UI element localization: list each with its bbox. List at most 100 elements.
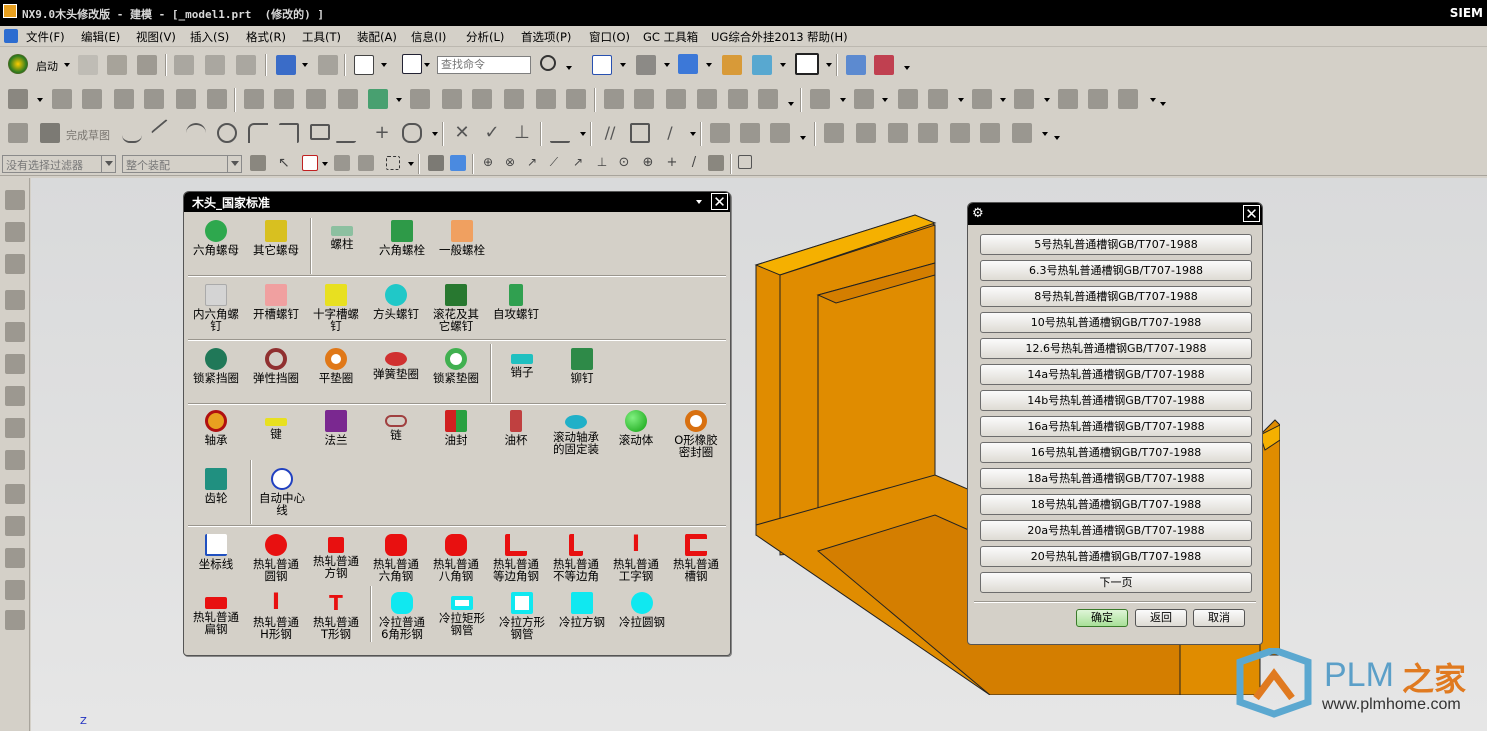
tool-gear[interactable]: 齿轮 (186, 468, 246, 504)
paste-icon[interactable] (236, 55, 256, 75)
tool-octagon-steel[interactable]: 热轧普通八角钢 (426, 534, 486, 582)
offset-dropdown-icon[interactable] (1044, 98, 1050, 102)
size-option-18a[interactable]: 18a号热轧普通槽钢GB/T707-1988 (980, 468, 1252, 489)
tool-round-steel[interactable]: 热轧普通圆钢 (246, 534, 306, 582)
app-menu-icon[interactable] (4, 29, 18, 43)
menu-info[interactable]: 信息(I) (409, 28, 448, 46)
tool-rivet[interactable]: 铆钉 (552, 348, 612, 384)
redo-icon[interactable] (318, 55, 338, 75)
search-icon[interactable] (540, 55, 556, 71)
assembly-dropdown-icon[interactable] (904, 66, 910, 70)
tool-cold-square[interactable]: 冷拉方钢 (552, 592, 612, 628)
info-dropdown-icon[interactable] (424, 63, 430, 67)
snap-icon[interactable] (302, 155, 318, 171)
tool-bearing[interactable]: 轴承 (186, 410, 246, 446)
tool-cold-hex[interactable]: 冷拉普通6角形钢 (372, 592, 432, 640)
background-icon[interactable] (795, 53, 819, 75)
cancel-button[interactable]: 取消 (1193, 609, 1245, 627)
hd3d-tools-icon[interactable] (5, 322, 25, 342)
quick-extend-icon[interactable]: ✓ (482, 123, 502, 143)
tool-slotted-screw[interactable]: 开槽螺钉 (246, 284, 306, 320)
feature-dropdown-icon[interactable] (788, 102, 794, 106)
tool-flat-steel[interactable]: 热轧普通扁钢 (186, 592, 246, 635)
resize-face-icon[interactable] (972, 89, 992, 109)
sketch-settings-icon[interactable] (770, 123, 790, 143)
filter-icon[interactable] (250, 155, 266, 171)
boss-icon[interactable] (144, 89, 164, 109)
replace-face-icon[interactable] (928, 89, 948, 109)
section-dropdown-icon[interactable] (780, 63, 786, 67)
section-icon[interactable] (752, 55, 772, 75)
tool-square-steel[interactable]: 热轧普通方钢 (306, 534, 366, 579)
tool-auto-centerline[interactable]: 自动中心线 (252, 468, 312, 516)
start-label[interactable]: 启动 (36, 58, 58, 74)
pocket-icon[interactable] (176, 89, 196, 109)
part-navigator-icon[interactable] (5, 254, 25, 274)
more-tools-icon[interactable] (5, 610, 25, 630)
revolve-icon[interactable] (82, 89, 102, 109)
new-file-icon[interactable] (78, 55, 98, 75)
render-style-icon[interactable] (636, 55, 656, 75)
tool-knurled-screw[interactable]: 滚花及其它螺钉 (426, 284, 486, 332)
split-body-icon[interactable] (442, 89, 462, 109)
pattern-icon[interactable] (274, 89, 294, 109)
existing-point-icon[interactable]: ⊕ (640, 155, 656, 171)
open-file-icon[interactable] (107, 55, 127, 75)
info-icon[interactable] (402, 54, 422, 74)
history-icon[interactable] (5, 386, 25, 406)
intersection-icon[interactable]: ⟋ (546, 155, 562, 171)
trim-body-icon[interactable] (410, 89, 430, 109)
tool-oil-cup[interactable]: 油杯 (486, 410, 546, 446)
sphere-icon[interactable] (758, 89, 778, 109)
constraint-navigator-icon[interactable] (5, 222, 25, 242)
finish-sketch-label[interactable]: 完成草图 (66, 127, 110, 143)
tool-cold-round[interactable]: 冷拉圆钢 (612, 592, 672, 628)
patch-icon[interactable] (728, 89, 748, 109)
tool-i-beam[interactable]: I 热轧普通工字钢 (606, 534, 666, 583)
thicken-icon[interactable] (504, 89, 524, 109)
show-constraints-icon[interactable]: / (660, 123, 680, 143)
surface-dropdown-icon[interactable] (1042, 132, 1048, 136)
point-on-face-icon[interactable]: / (686, 155, 702, 171)
block-icon[interactable] (8, 89, 28, 109)
tool-flange[interactable]: 法兰 (306, 410, 366, 446)
manufacturing-wizard-icon[interactable] (5, 484, 25, 504)
line-icon[interactable] (150, 118, 180, 148)
chamfer-icon[interactable] (634, 89, 654, 109)
tool-rolling-element[interactable]: 滚动体 (606, 410, 666, 446)
tool-unequal-angle[interactable]: 热轧普通不等边角 (546, 534, 606, 582)
scope-combo[interactable]: 整个装配 (122, 155, 242, 173)
command-search-input[interactable] (437, 56, 531, 74)
tool-h-steel[interactable]: I 热轧普通H形钢 (246, 592, 306, 641)
menu-tools[interactable]: 工具(T) (300, 28, 343, 46)
shell-icon[interactable] (536, 89, 556, 109)
menu-window[interactable]: 窗口(O) (587, 28, 632, 46)
mid-point-icon[interactable]: ⊗ (502, 155, 518, 171)
close-icon[interactable]: ✕ (711, 193, 728, 210)
menu-edit[interactable]: 编辑(E) (79, 28, 122, 46)
box-dropdown-icon[interactable] (408, 162, 414, 166)
size-option-16a[interactable]: 16a号热轧普通槽钢GB/T707-1988 (980, 416, 1252, 437)
web-browser-icon[interactable] (5, 354, 25, 374)
tool-chain[interactable]: 链 (366, 410, 426, 441)
search-dropdown-icon[interactable] (566, 66, 572, 70)
block-dropdown-icon[interactable] (37, 98, 43, 102)
solid-view-icon[interactable] (428, 155, 444, 171)
type-filter-combo[interactable]: 没有选择过滤器 (2, 155, 116, 173)
profile-icon[interactable] (122, 123, 142, 143)
curve-dropdown-icon[interactable] (432, 132, 438, 136)
system-scene-icon[interactable] (5, 548, 25, 568)
mirror-face-icon[interactable] (1058, 89, 1078, 109)
arc-center-icon[interactable]: ⊥ (594, 155, 610, 171)
tool-socket-screw[interactable]: 内六角螺钉 (186, 284, 246, 332)
dimension-dropdown-icon[interactable] (580, 132, 586, 136)
window-dropdown-icon[interactable] (381, 63, 387, 67)
tool-hex-steel[interactable]: 热轧普通六角钢 (366, 534, 426, 582)
dialog-menu-dropdown-icon[interactable] (696, 200, 702, 204)
sketch-style-icon[interactable] (710, 123, 730, 143)
select-icon[interactable]: ↖ (278, 155, 294, 171)
grid-icon[interactable] (738, 155, 752, 169)
tool-square-tube[interactable]: 冷拉方形钢管 (492, 592, 552, 640)
make-corner-icon[interactable]: ⊥ (512, 123, 532, 143)
group-face-icon[interactable] (1118, 89, 1138, 109)
